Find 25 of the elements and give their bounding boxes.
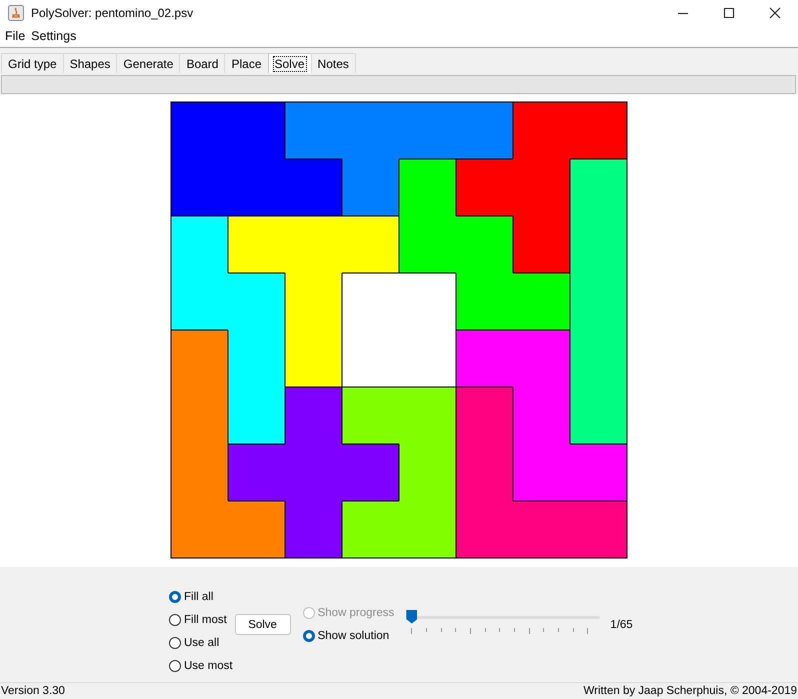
radio-button[interactable] [169, 614, 181, 626]
close-icon [769, 6, 781, 18]
credits-text: Written by Jaap Scherphuis, © 2004-2019 [584, 685, 797, 697]
radio-label: Use most [184, 660, 233, 672]
slider-value: 1/65 [610, 618, 633, 630]
radio-button[interactable] [169, 660, 181, 672]
tab[interactable]: Grid type [1, 53, 64, 73]
radio-label: Show progress [318, 607, 394, 619]
radio-button[interactable] [302, 630, 315, 642]
tab[interactable]: Solve [268, 53, 312, 73]
radio-label: Fill all [184, 591, 214, 603]
radio-label: Use all [184, 637, 220, 649]
radio-button[interactable] [169, 591, 181, 603]
maximize-icon [723, 6, 735, 18]
radio-button[interactable] [169, 637, 181, 649]
tab[interactable]: Shapes [62, 53, 118, 73]
tab[interactable]: Notes [310, 53, 356, 73]
app-icon [8, 4, 24, 20]
menu-item[interactable]: Settings [28, 29, 80, 43]
menu-item[interactable]: File [2, 29, 28, 43]
radio-label: Fill most [184, 614, 227, 626]
window-title: PolySolver: pentomino_02.psv [31, 6, 194, 20]
version-text: Version 3.30 [1, 685, 65, 697]
radio-label: Show solution [318, 630, 390, 642]
solve-button[interactable]: Solve [234, 614, 291, 635]
